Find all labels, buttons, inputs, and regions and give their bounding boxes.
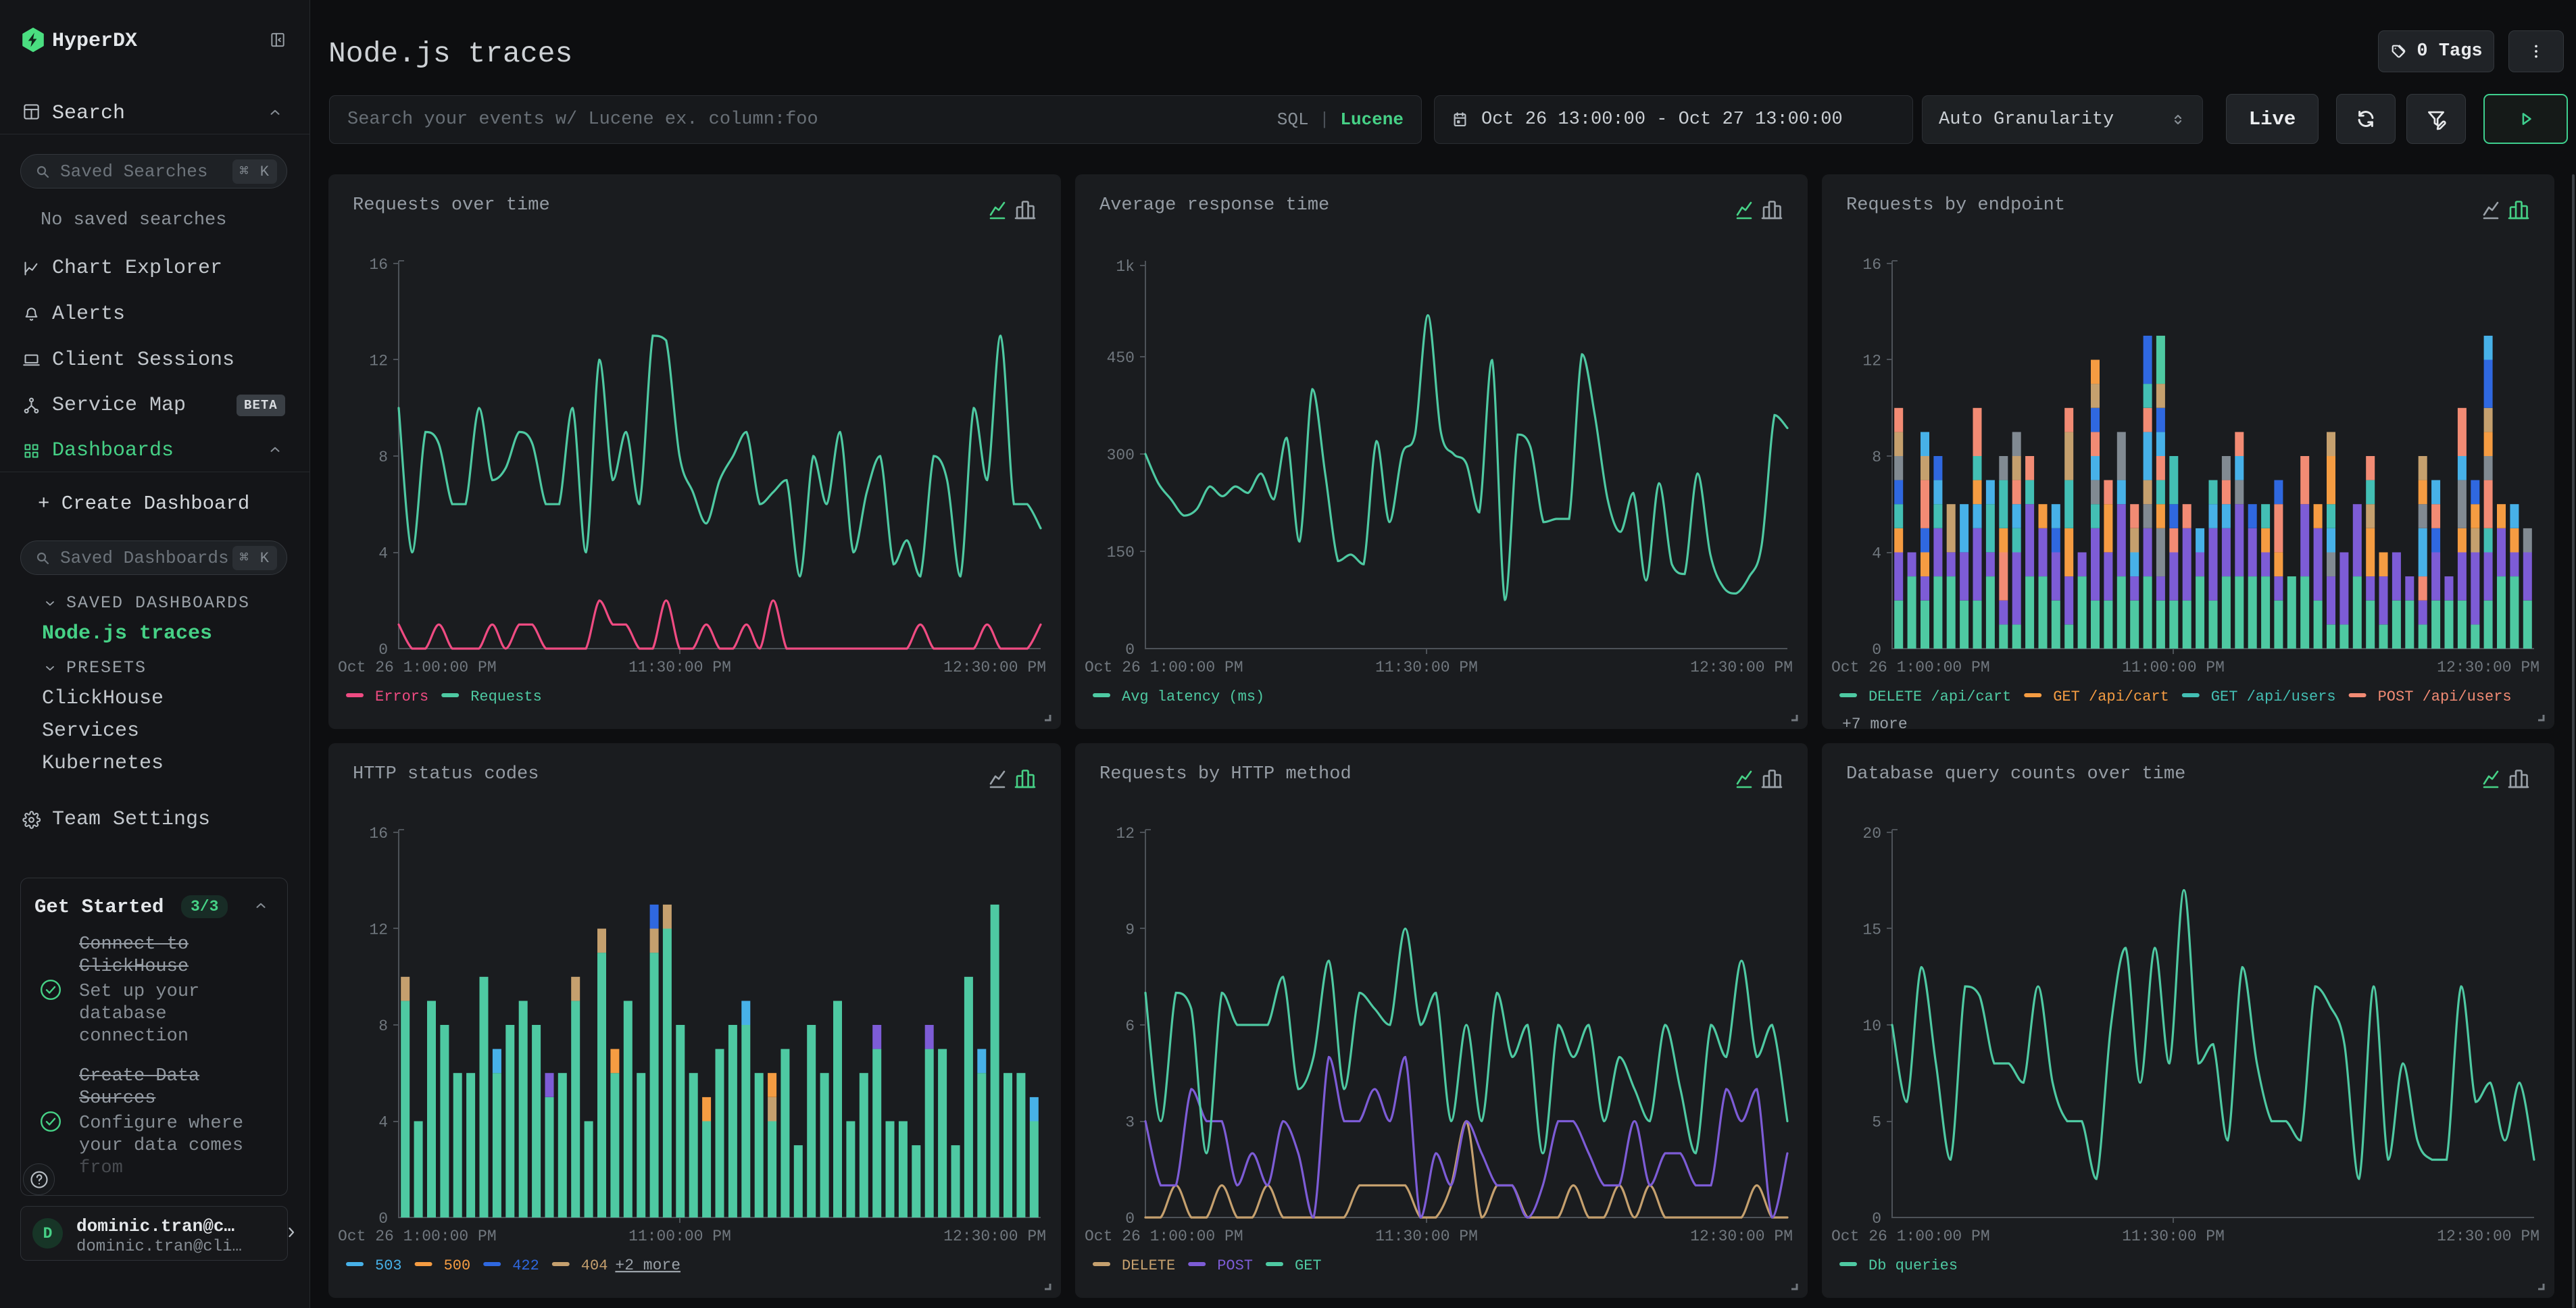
- svg-text:Database query counts over tim: Database query counts over time: [1846, 764, 2185, 784]
- svg-text:Requests by endpoint: Requests by endpoint: [1846, 195, 2065, 216]
- svg-text:8: 8: [378, 449, 388, 466]
- svg-text:POST: POST: [1217, 1257, 1253, 1274]
- svg-text:12: 12: [369, 922, 388, 939]
- svg-text:GET /api/users: GET /api/users: [2211, 688, 2336, 705]
- svg-text:HTTP status codes: HTTP status codes: [353, 764, 539, 784]
- svg-text:10: 10: [1862, 1017, 1881, 1035]
- svg-text:500: 500: [444, 1257, 471, 1274]
- svg-text:450: 450: [1107, 349, 1135, 367]
- svg-text:16: 16: [369, 825, 388, 842]
- svg-text:Errors: Errors: [375, 688, 428, 705]
- svg-text:Oct 26 1:00:00 PM: Oct 26 1:00:00 PM: [1831, 1228, 1990, 1245]
- svg-text:Avg latency (ms): Avg latency (ms): [1122, 688, 1264, 705]
- svg-text:0: 0: [1125, 1210, 1135, 1228]
- svg-text:5: 5: [1872, 1114, 1881, 1132]
- svg-text:11:00:00 PM: 11:00:00 PM: [2122, 659, 2225, 676]
- svg-text:6: 6: [1125, 1017, 1135, 1035]
- svg-text:8: 8: [378, 1017, 388, 1035]
- svg-text:11:30:00 PM: 11:30:00 PM: [628, 659, 731, 676]
- svg-text:12:30:00 PM: 12:30:00 PM: [2437, 1228, 2540, 1245]
- svg-text:11:30:00 PM: 11:30:00 PM: [1375, 659, 1478, 676]
- svg-text:12: 12: [1116, 825, 1135, 842]
- svg-text:422: 422: [512, 1257, 539, 1274]
- svg-text:12:30:00 PM: 12:30:00 PM: [1690, 659, 1793, 676]
- svg-text:DELETE /api/cart: DELETE /api/cart: [1868, 688, 2011, 705]
- svg-text:0: 0: [1125, 641, 1135, 659]
- svg-text:12:30:00 PM: 12:30:00 PM: [943, 1228, 1046, 1245]
- svg-text:503: 503: [375, 1257, 402, 1274]
- svg-text:Requests: Requests: [470, 688, 542, 705]
- svg-text:Oct 26 1:00:00 PM: Oct 26 1:00:00 PM: [338, 1228, 497, 1245]
- svg-text:11:30:00 PM: 11:30:00 PM: [1375, 1228, 1478, 1245]
- svg-text:12:30:00 PM: 12:30:00 PM: [943, 659, 1046, 676]
- svg-text:0: 0: [1872, 641, 1881, 659]
- svg-text:12:30:00 PM: 12:30:00 PM: [1690, 1228, 1793, 1245]
- svg-text:4: 4: [1872, 545, 1881, 563]
- svg-text:3: 3: [1125, 1114, 1135, 1132]
- svg-text:Oct 26 1:00:00 PM: Oct 26 1:00:00 PM: [1831, 659, 1990, 676]
- svg-text:150: 150: [1107, 544, 1135, 561]
- svg-text:Db queries: Db queries: [1868, 1257, 1958, 1274]
- svg-text:0: 0: [1872, 1210, 1881, 1228]
- svg-text:300: 300: [1107, 447, 1135, 464]
- svg-text:16: 16: [1862, 256, 1881, 274]
- svg-text:0: 0: [378, 1210, 388, 1228]
- svg-text:GET: GET: [1295, 1257, 1322, 1274]
- svg-text:16: 16: [369, 256, 388, 274]
- svg-text:4: 4: [378, 545, 388, 563]
- svg-text:15: 15: [1862, 922, 1881, 939]
- svg-text:Oct 26 1:00:00 PM: Oct 26 1:00:00 PM: [338, 659, 497, 676]
- svg-text:8: 8: [1872, 449, 1881, 466]
- svg-text:+2 more: +2 more: [615, 1257, 680, 1274]
- svg-text:Average response time: Average response time: [1099, 195, 1329, 216]
- svg-text:POST /api/users: POST /api/users: [2378, 688, 2512, 705]
- svg-text:1k: 1k: [1116, 258, 1135, 276]
- svg-text:Requests over time: Requests over time: [353, 195, 550, 216]
- svg-text:12: 12: [1862, 353, 1881, 370]
- svg-text:GET /api/cart: GET /api/cart: [2053, 688, 2169, 705]
- svg-text:+7 more: +7 more: [1842, 715, 1908, 729]
- svg-text:20: 20: [1862, 825, 1881, 842]
- svg-text:DELETE: DELETE: [1122, 1257, 1175, 1274]
- svg-text:Oct 26 1:00:00 PM: Oct 26 1:00:00 PM: [1085, 1228, 1243, 1245]
- svg-text:Oct 26 1:00:00 PM: Oct 26 1:00:00 PM: [1085, 659, 1243, 676]
- svg-text:12:30:00 PM: 12:30:00 PM: [2437, 659, 2540, 676]
- svg-text:Requests by HTTP method: Requests by HTTP method: [1099, 764, 1352, 784]
- svg-text:11:00:00 PM: 11:00:00 PM: [628, 1228, 731, 1245]
- svg-text:4: 4: [378, 1114, 388, 1132]
- svg-text:404: 404: [581, 1257, 608, 1274]
- svg-text:11:30:00 PM: 11:30:00 PM: [2122, 1228, 2225, 1245]
- svg-text:12: 12: [369, 353, 388, 370]
- svg-text:0: 0: [378, 641, 388, 659]
- svg-text:9: 9: [1125, 922, 1135, 939]
